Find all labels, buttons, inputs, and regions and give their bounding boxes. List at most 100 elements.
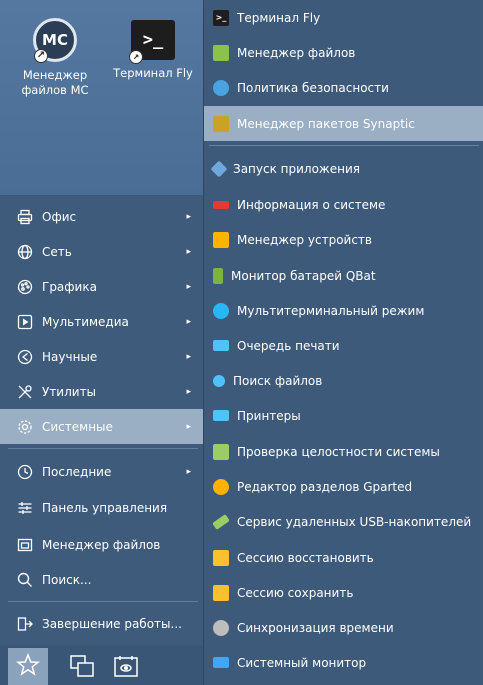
submenu-item-printers[interactable]: Принтеры [204, 398, 483, 433]
submenu-item-run-application[interactable]: Запуск приложения [204, 151, 483, 186]
submenu-item-usb-service[interactable]: Сервис удаленных USB-накопителей [204, 504, 483, 539]
submenu-item-integrity-check[interactable]: Проверка целостности системы [204, 434, 483, 469]
submenu-item-label: Сервис удаленных USB-накопителей [237, 514, 472, 529]
globe-icon [16, 243, 34, 261]
submenu-item-label: Редактор разделов Gparted [237, 479, 413, 494]
taskbar-desktop-button[interactable] [108, 650, 144, 684]
submenu-item-label: Сессию восстановить [237, 550, 374, 565]
play-icon [16, 313, 34, 331]
menu-category-label: Научные [42, 349, 98, 364]
print-queue-icon [213, 340, 229, 351]
submenu-item-synaptic[interactable]: Менеджер пакетов Synaptic [204, 106, 483, 141]
gparted-icon [213, 478, 229, 495]
submenu-item-label: Поиск файлов [233, 373, 323, 388]
sliders-icon [16, 499, 34, 517]
shield-icon [213, 79, 229, 96]
menu-category-label: Утилиты [42, 384, 97, 399]
submenu-item-time-sync[interactable]: Синхронизация времени [204, 610, 483, 645]
submenu-item-label: Очередь печати [237, 338, 340, 353]
submenu-item-label: Монитор батарей QBat [231, 268, 376, 283]
menu-shutdown[interactable]: Завершение работы... [0, 606, 203, 641]
time-sync-icon [213, 619, 229, 636]
submenu-item-system-info[interactable]: Информация о системе [204, 187, 483, 222]
submenu-item-label: Синхронизация времени [237, 620, 394, 635]
desktop-area: MC ↗ Менеджер файлов MC >_ ↗ Терминал Fl… [0, 0, 203, 195]
rocket-icon [210, 160, 228, 177]
menu-category-network[interactable]: Сеть ▸ [0, 234, 203, 269]
start-menu-left-panel: MC ↗ Менеджер файлов MC >_ ↗ Терминал Fl… [0, 0, 204, 685]
submenu-item-device-manager[interactable]: Менеджер устройств [204, 222, 483, 257]
submenu-arrow-icon: ▸ [186, 386, 191, 397]
submenu-item-label: Сессию сохранить [237, 585, 354, 600]
palette-icon [16, 278, 34, 296]
desktop-icon-mc[interactable]: MC ↗ Менеджер файлов MC [10, 18, 100, 98]
submenu-item-label: Политика безопасности [237, 80, 389, 95]
menu-category-science[interactable]: Научные ▸ [0, 339, 203, 374]
submenu-item-system-monitor[interactable]: Системный монитор [204, 645, 483, 680]
submenu-item-label: Менеджер устройств [237, 232, 372, 247]
menu-category-system[interactable]: Системные ▸ [0, 409, 203, 444]
menu-file-manager[interactable]: Менеджер файлов [0, 527, 203, 562]
menu-category-multimedia[interactable]: Мультимедиа ▸ [0, 304, 203, 339]
battery-icon [213, 267, 223, 284]
session-save-icon [213, 584, 229, 601]
menu-action-label: Поиск... [42, 572, 92, 587]
terminal-icon: >_ ↗ [129, 20, 175, 64]
start-button[interactable] [8, 648, 48, 685]
menu-search[interactable]: Поиск... [0, 562, 203, 597]
menu-action-label: Последние [42, 464, 112, 479]
submenu-item-gparted[interactable]: Редактор разделов Gparted [204, 469, 483, 504]
menu-separator [8, 448, 198, 449]
shortcut-arrow-icon: ↗ [129, 50, 143, 64]
multiterminal-icon [213, 302, 229, 319]
submenu-item-session-save[interactable]: Сессию сохранить [204, 575, 483, 610]
tools-icon [16, 383, 34, 401]
system-submenu: >_ Терминал Fly Менеджер файлов Политика… [204, 0, 483, 685]
desktop-icon-label: Менеджер [22, 68, 88, 82]
menu-action-label: Завершение работы... [42, 616, 182, 631]
menu-control-panel[interactable]: Панель управления [0, 490, 203, 525]
desktop-eye-icon [113, 654, 139, 681]
submenu-item-label: Мультитерминальный режим [237, 303, 425, 318]
submenu-item-terminal-fly[interactable]: >_ Терминал Fly [204, 0, 483, 35]
menu-category-label: Системные [42, 419, 113, 434]
submenu-item-label: Информация о системе [237, 197, 386, 212]
desktop-icon-terminal[interactable]: >_ ↗ Терминал Fly [108, 18, 198, 81]
session-restore-icon [213, 549, 229, 566]
submenu-item-label: Запуск приложения [233, 161, 360, 176]
submenu-item-label: Терминал Fly [237, 10, 321, 25]
mc-icon: MC ↗ [33, 18, 77, 63]
submenu-arrow-icon: ▸ [186, 351, 191, 362]
menu-category-utilities[interactable]: Утилиты ▸ [0, 374, 203, 409]
submenu-item-session-restore[interactable]: Сессию восстановить [204, 540, 483, 575]
submenu-item-file-search[interactable]: Поиск файлов [204, 363, 483, 398]
submenu-item-label: Менеджер файлов [237, 45, 356, 60]
submenu-item-label: Системный монитор [237, 655, 367, 670]
menu-category-label: Офис [42, 209, 77, 224]
submenu-item-security-policy[interactable]: Политика безопасности [204, 70, 483, 105]
submenu-item-label: Менеджер пакетов Synaptic [237, 116, 415, 131]
menu-recent[interactable]: Последние ▸ [0, 454, 203, 489]
taskbar-windows-button[interactable] [64, 650, 100, 684]
file-search-icon [213, 374, 225, 387]
submenu-arrow-icon: ▸ [186, 246, 191, 257]
info-icon [213, 200, 229, 209]
submenu-item-print-queue[interactable]: Очередь печати [204, 328, 483, 363]
clock-icon [16, 463, 34, 481]
menu-category-graphics[interactable]: Графика ▸ [0, 269, 203, 304]
shortcut-arrow-icon: ↗ [34, 49, 48, 63]
file-manager-icon [213, 44, 229, 61]
menu-category-label: Мультимедиа [42, 314, 129, 329]
device-icon [213, 231, 229, 248]
integrity-icon [213, 443, 229, 460]
file-manager-icon [16, 536, 34, 554]
menu-action-label: Менеджер файлов [42, 537, 161, 552]
logout-icon [16, 615, 34, 633]
submenu-item-file-manager[interactable]: Менеджер файлов [204, 35, 483, 70]
submenu-item-multiterminal[interactable]: Мультитерминальный режим [204, 293, 483, 328]
gear-icon [16, 418, 34, 436]
printer-icon [213, 410, 229, 421]
submenu-separator [209, 145, 479, 146]
menu-category-office[interactable]: Офис ▸ [0, 199, 203, 234]
submenu-item-battery-monitor[interactable]: Монитор батарей QBat [204, 258, 483, 293]
